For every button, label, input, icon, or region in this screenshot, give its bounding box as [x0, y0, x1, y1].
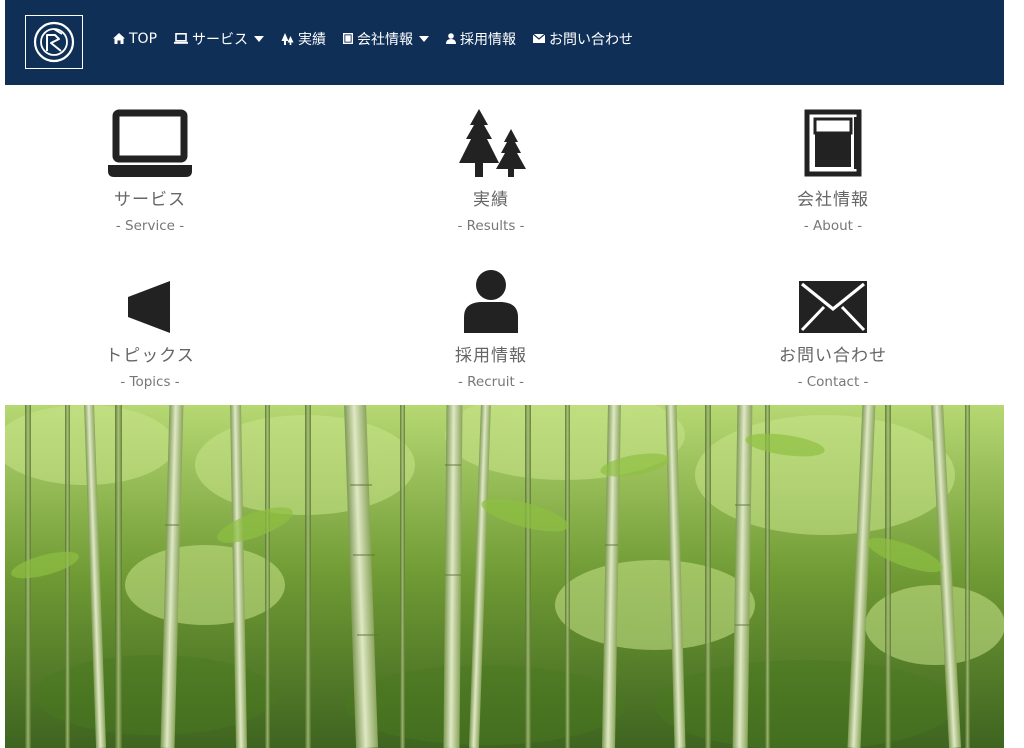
tile-subtitle: - Recruit - — [458, 374, 524, 390]
laptop-icon — [174, 33, 189, 44]
tile-results[interactable]: 実績 - Results - — [341, 105, 641, 234]
document-icon — [804, 109, 862, 177]
main-nav: TOP サービス 実績 会社情報 採用情報 お問い合わせ — [113, 0, 650, 85]
nav-item-contact[interactable]: お問い合わせ — [533, 29, 633, 49]
nav-item-recruit[interactable]: 採用情報 — [446, 29, 516, 49]
tile-contact[interactable]: お問い合わせ - Contact - — [683, 261, 983, 390]
trees-icon — [459, 109, 526, 177]
page: TOP サービス 実績 会社情報 採用情報 お問い合わせ サービス - Serv… — [5, 0, 1004, 748]
tile-title: トピックス — [105, 346, 195, 366]
nav-label-company: 会社情報 — [357, 31, 414, 48]
tile-service[interactable]: サービス - Service - — [0, 105, 300, 234]
tile-title: お問い合わせ — [779, 346, 887, 366]
tile-subtitle: - About - — [803, 218, 863, 234]
logo-icon — [33, 21, 75, 63]
tile-title: サービス — [114, 190, 186, 210]
megaphone-icon — [128, 281, 170, 333]
nav-label-recruit: 採用情報 — [460, 31, 517, 48]
tile-title: 採用情報 — [455, 346, 527, 366]
tile-subtitle: - Service - — [115, 218, 185, 234]
tile-title: 会社情報 — [797, 190, 869, 210]
document-icon — [343, 33, 354, 44]
trees-icon — [281, 32, 294, 45]
person-icon — [446, 33, 457, 44]
nav-item-top[interactable]: TOP — [113, 31, 157, 47]
category-grid: サービス - Service - 実績 - Results - 会社情報 - A… — [5, 85, 1004, 405]
home-icon — [113, 33, 125, 44]
hero-image — [5, 405, 1004, 748]
bamboo-forest-image — [5, 405, 1004, 748]
envelope-icon — [799, 281, 867, 333]
tile-subtitle: - Results - — [457, 218, 525, 234]
nav-label-top: TOP — [129, 30, 158, 47]
tile-title: 実績 — [473, 190, 509, 210]
tile-about[interactable]: 会社情報 - About - — [683, 105, 983, 234]
nav-item-company[interactable]: 会社情報 — [343, 29, 430, 49]
chevron-down-icon — [419, 35, 430, 42]
nav-label-contact: お問い合わせ — [549, 31, 634, 48]
envelope-icon — [533, 34, 546, 43]
tile-recruit[interactable]: 採用情報 - Recruit - — [341, 261, 641, 390]
nav-label-results: 実績 — [298, 31, 327, 48]
chevron-down-icon — [254, 35, 265, 42]
tile-topics[interactable]: トピックス - Topics - — [0, 261, 300, 390]
nav-item-results[interactable]: 実績 — [281, 29, 326, 49]
logo[interactable] — [25, 15, 83, 69]
person-icon — [464, 270, 518, 333]
nav-item-service[interactable]: サービス — [174, 29, 265, 49]
laptop-icon — [108, 109, 192, 177]
nav-label-service: サービス — [192, 31, 249, 48]
navbar: TOP サービス 実績 会社情報 採用情報 お問い合わせ — [5, 0, 1004, 85]
tile-subtitle: - Topics - — [120, 374, 180, 390]
tile-subtitle: - Contact - — [797, 374, 869, 390]
